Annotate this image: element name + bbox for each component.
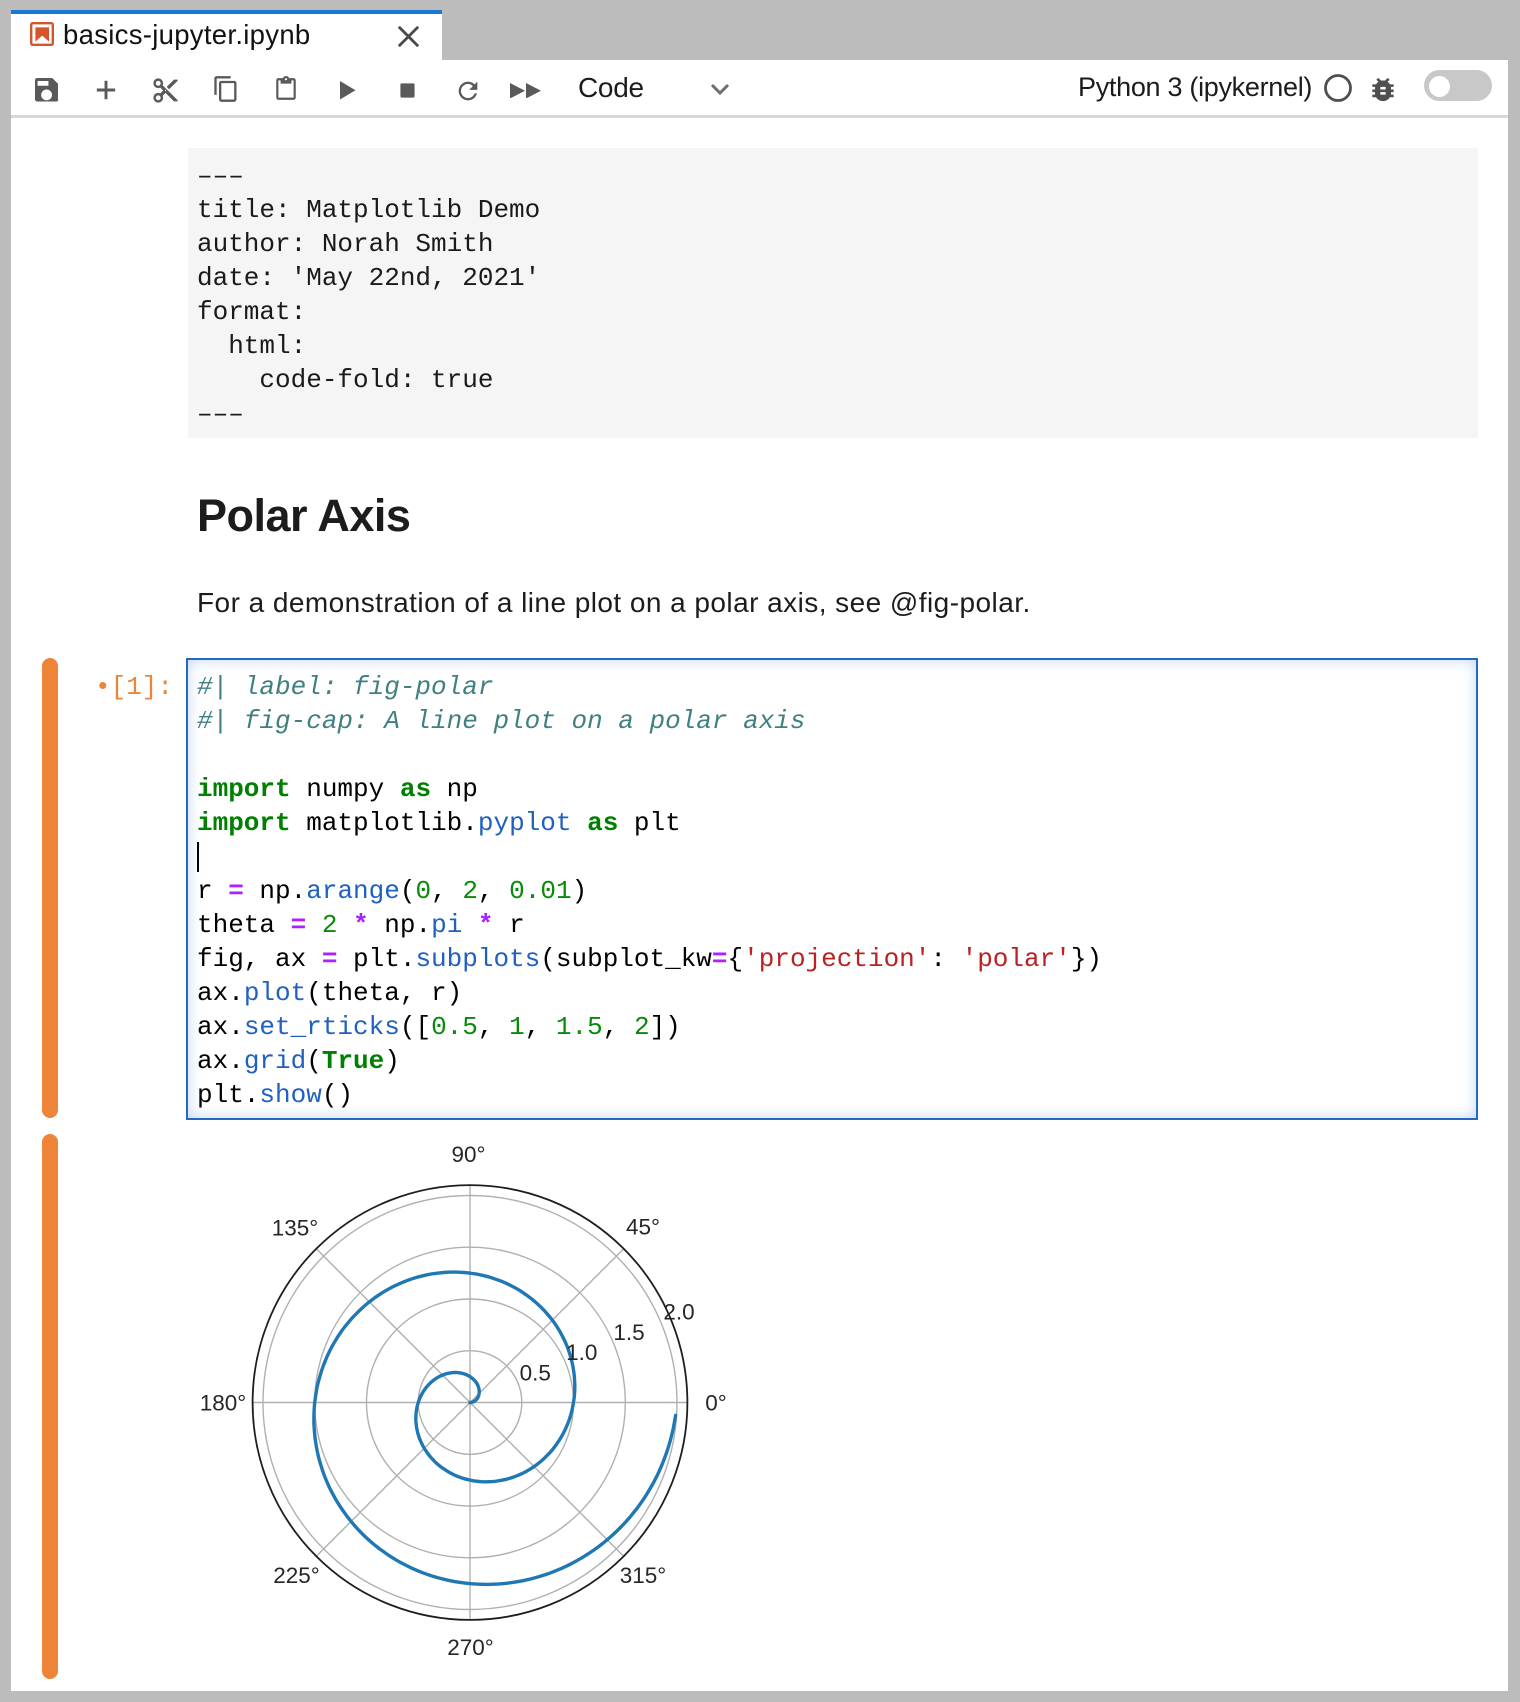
- svg-text:45°: 45°: [626, 1215, 660, 1240]
- svg-text:225°: 225°: [273, 1563, 320, 1588]
- svg-text:0.5: 0.5: [520, 1361, 551, 1386]
- svg-text:0°: 0°: [705, 1391, 727, 1416]
- svg-text:1.0: 1.0: [566, 1340, 597, 1365]
- svg-text:2.0: 2.0: [663, 1300, 694, 1325]
- svg-text:90°: 90°: [451, 1142, 485, 1167]
- svg-text:315°: 315°: [620, 1563, 667, 1588]
- svg-text:1.5: 1.5: [613, 1320, 644, 1345]
- svg-text:270°: 270°: [447, 1635, 494, 1660]
- svg-text:180°: 180°: [200, 1391, 247, 1416]
- svg-text:135°: 135°: [272, 1216, 319, 1241]
